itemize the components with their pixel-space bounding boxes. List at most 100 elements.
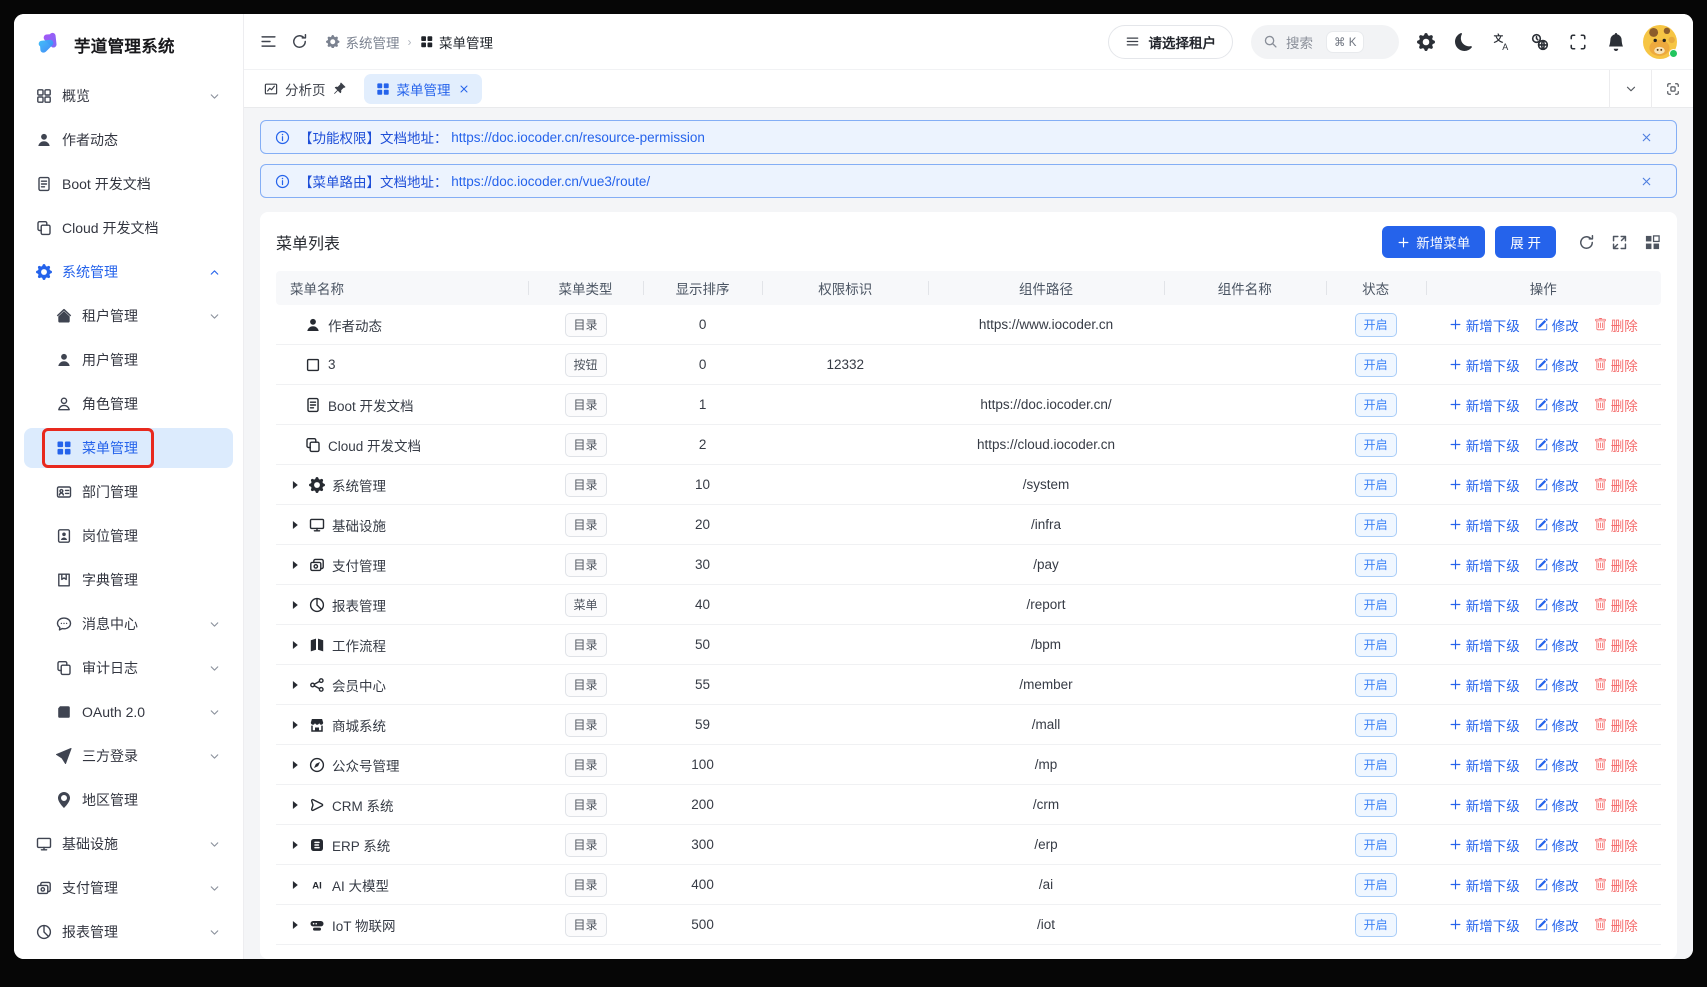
close-alert-icon[interactable]	[1640, 175, 1653, 188]
expand-row-caret[interactable]	[288, 797, 302, 813]
row-action-add-child[interactable]: 新增下级	[1449, 515, 1520, 535]
row-action-edit[interactable]: 修改	[1535, 835, 1579, 855]
refresh-page-icon[interactable]	[291, 33, 308, 50]
row-action-add-child[interactable]: 新增下级	[1449, 635, 1520, 655]
sidebar-item-area-mgmt[interactable]: 地区管理	[24, 780, 233, 820]
sidebar-item-dict-mgmt[interactable]: 字典管理	[24, 560, 233, 600]
sidebar-item-report-mgmt[interactable]: 报表管理	[24, 912, 233, 952]
expand-row-caret[interactable]	[288, 557, 302, 573]
sidebar-item-message-center[interactable]: 消息中心	[24, 604, 233, 644]
row-action-add-child[interactable]: 新增下级	[1449, 715, 1520, 735]
expand-row-caret[interactable]	[288, 837, 302, 853]
alert-doc-link[interactable]: https://doc.iocoder.cn/resource-permissi…	[451, 130, 705, 145]
close-tab-icon[interactable]	[458, 83, 470, 95]
row-action-add-child[interactable]: 新增下级	[1449, 555, 1520, 575]
row-action-delete[interactable]: 删除	[1594, 395, 1638, 415]
row-action-edit[interactable]: 修改	[1535, 475, 1579, 495]
row-action-edit[interactable]: 修改	[1535, 315, 1579, 335]
sidebar-item-third-login[interactable]: 三方登录	[24, 736, 233, 776]
sidebar-item-payment-mgmt[interactable]: 支付管理	[24, 868, 233, 908]
row-action-add-child[interactable]: 新增下级	[1449, 915, 1520, 935]
row-action-delete[interactable]: 删除	[1594, 475, 1638, 495]
sidebar-item-overview[interactable]: 概览	[24, 76, 233, 116]
row-action-edit[interactable]: 修改	[1535, 795, 1579, 815]
content-maximize-button[interactable]	[1651, 70, 1693, 108]
row-action-add-child[interactable]: 新增下级	[1449, 875, 1520, 895]
row-action-delete[interactable]: 删除	[1594, 795, 1638, 815]
row-action-delete[interactable]: 删除	[1594, 715, 1638, 735]
alert-doc-link[interactable]: https://doc.iocoder.cn/vue3/route/	[451, 174, 650, 189]
sidebar-item-oauth2[interactable]: OAuth 2.0	[24, 692, 233, 732]
sidebar-item-tenant-mgmt[interactable]: 租户管理	[24, 296, 233, 336]
row-action-edit[interactable]: 修改	[1535, 355, 1579, 375]
expand-row-caret[interactable]	[288, 717, 302, 733]
row-action-add-child[interactable]: 新增下级	[1449, 595, 1520, 615]
row-action-delete[interactable]: 删除	[1594, 835, 1638, 855]
row-action-edit[interactable]: 修改	[1535, 915, 1579, 935]
expand-row-caret[interactable]	[288, 877, 302, 893]
breadcrumb-item-menu-mgmt[interactable]: 菜单管理	[420, 32, 494, 52]
avatar[interactable]	[1643, 25, 1677, 59]
expand-row-caret[interactable]	[288, 597, 302, 613]
row-action-delete[interactable]: 删除	[1594, 355, 1638, 375]
row-action-delete[interactable]: 删除	[1594, 755, 1638, 775]
row-action-add-child[interactable]: 新增下级	[1449, 475, 1520, 495]
row-action-delete[interactable]: 删除	[1594, 555, 1638, 575]
notifications-button[interactable]	[1607, 33, 1625, 51]
row-action-add-child[interactable]: 新增下级	[1449, 395, 1520, 415]
tab-menu-mgmt[interactable]: 菜单管理	[364, 74, 482, 104]
row-action-add-child[interactable]: 新增下级	[1449, 675, 1520, 695]
tab-analysis[interactable]: 分析页	[252, 70, 358, 108]
sidebar-item-cloud-docs[interactable]: Cloud 开发文档	[24, 208, 233, 248]
row-action-add-child[interactable]: 新增下级	[1449, 315, 1520, 335]
row-action-edit[interactable]: 修改	[1535, 715, 1579, 735]
row-action-delete[interactable]: 删除	[1594, 315, 1638, 335]
row-action-edit[interactable]: 修改	[1535, 435, 1579, 455]
tab-list-dropdown[interactable]	[1609, 70, 1651, 108]
row-action-delete[interactable]: 删除	[1594, 675, 1638, 695]
row-action-edit[interactable]: 修改	[1535, 635, 1579, 655]
sidebar-item-boot-docs[interactable]: Boot 开发文档	[24, 164, 233, 204]
expand-row-caret[interactable]	[288, 917, 302, 933]
sidebar-item-audit-log[interactable]: 审计日志	[24, 648, 233, 688]
row-action-edit[interactable]: 修改	[1535, 395, 1579, 415]
row-action-add-child[interactable]: 新增下级	[1449, 355, 1520, 375]
fullscreen-button[interactable]	[1569, 33, 1587, 51]
table-refresh-button[interactable]	[1578, 234, 1595, 251]
breadcrumb-item-system-mgmt[interactable]: 系统管理	[326, 32, 400, 52]
table-fullscreen-button[interactable]	[1611, 234, 1628, 251]
row-action-delete[interactable]: 删除	[1594, 515, 1638, 535]
row-action-edit[interactable]: 修改	[1535, 675, 1579, 695]
row-action-edit[interactable]: 修改	[1535, 555, 1579, 575]
collapse-sidebar-icon[interactable]	[260, 33, 277, 50]
search-input[interactable]: 搜索 ⌘ K	[1251, 25, 1399, 59]
sidebar-item-menu-mgmt[interactable]: 菜单管理	[24, 428, 233, 468]
sidebar-item-dept-mgmt[interactable]: 部门管理	[24, 472, 233, 512]
pushpin-icon[interactable]	[333, 82, 346, 95]
expand-row-caret[interactable]	[288, 477, 302, 493]
add-menu-button[interactable]: 新增菜单	[1382, 226, 1485, 258]
row-action-edit[interactable]: 修改	[1535, 875, 1579, 895]
row-action-delete[interactable]: 删除	[1594, 875, 1638, 895]
row-action-delete[interactable]: 删除	[1594, 595, 1638, 615]
sidebar-item-system-mgmt[interactable]: 系统管理	[24, 252, 233, 292]
row-action-add-child[interactable]: 新增下级	[1449, 835, 1520, 855]
row-action-add-child[interactable]: 新增下级	[1449, 755, 1520, 775]
sidebar-item-infra[interactable]: 基础设施	[24, 824, 233, 864]
row-action-edit[interactable]: 修改	[1535, 755, 1579, 775]
row-action-delete[interactable]: 删除	[1594, 635, 1638, 655]
sidebar-item-user-mgmt[interactable]: 用户管理	[24, 340, 233, 380]
sidebar-item-role-mgmt[interactable]: 角色管理	[24, 384, 233, 424]
expand-all-button[interactable]: 展 开	[1495, 226, 1556, 258]
row-action-add-child[interactable]: 新增下级	[1449, 795, 1520, 815]
expand-row-caret[interactable]	[288, 517, 302, 533]
row-action-add-child[interactable]: 新增下级	[1449, 435, 1520, 455]
row-action-delete[interactable]: 删除	[1594, 435, 1638, 455]
settings-button[interactable]	[1417, 33, 1435, 51]
expand-row-caret[interactable]	[288, 637, 302, 653]
app-logo[interactable]: 芋道管理系统	[14, 14, 243, 68]
close-alert-icon[interactable]	[1640, 131, 1653, 144]
table-columns-button[interactable]	[1644, 234, 1661, 251]
expand-row-caret[interactable]	[288, 757, 302, 773]
row-action-delete[interactable]: 删除	[1594, 915, 1638, 935]
